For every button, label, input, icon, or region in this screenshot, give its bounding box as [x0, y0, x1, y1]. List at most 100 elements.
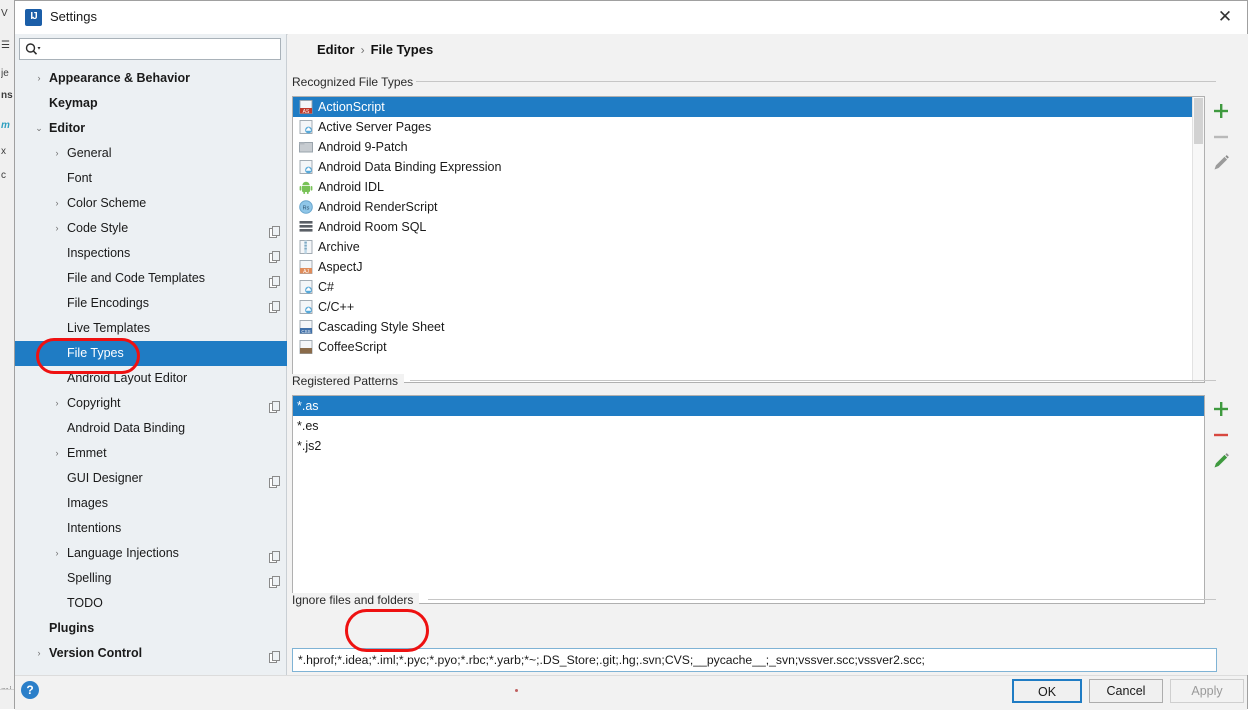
- file-type-row[interactable]: ASActionScript: [293, 97, 1204, 117]
- registered-patterns-list[interactable]: *.as*.es*.js2: [292, 395, 1205, 604]
- sidebar-item-live-templates[interactable]: Live Templates: [15, 316, 287, 341]
- sidebar-item-todo[interactable]: TODO: [15, 591, 287, 616]
- sidebar-item-file-and-code-templates[interactable]: File and Code Templates: [15, 266, 287, 291]
- pattern-row[interactable]: *.as: [293, 396, 1204, 416]
- sidebar-item-font[interactable]: Font: [15, 166, 287, 191]
- sidebar-item-general[interactable]: ›General: [15, 141, 287, 166]
- pattern-row[interactable]: *.js2: [293, 436, 1204, 456]
- file-type-label: C#: [318, 277, 334, 297]
- file-type-label: Android Room SQL: [318, 217, 426, 237]
- copy-settings-icon[interactable]: [269, 647, 280, 659]
- file-type-row[interactable]: CSSCascading Style Sheet: [293, 317, 1204, 337]
- chevron-right-icon[interactable]: ›: [51, 191, 63, 216]
- sidebar-item-file-types[interactable]: File Types: [15, 341, 287, 366]
- file-type-label: AspectJ: [318, 257, 362, 277]
- add-pattern-button[interactable]: [1208, 396, 1234, 422]
- copy-settings-icon[interactable]: [269, 247, 280, 259]
- ignore-files-label: Ignore files and folders: [292, 593, 419, 607]
- file-type-row[interactable]: Android 9-Patch: [293, 137, 1204, 157]
- sidebar-item-label: Editor: [49, 116, 85, 141]
- file-type-label: Archive: [318, 237, 360, 257]
- breadcrumb-separator-icon: ›: [355, 43, 371, 57]
- edit-pattern-button[interactable]: [1208, 448, 1234, 474]
- file-type-row[interactable]: Android IDL: [293, 177, 1204, 197]
- svg-text:Rs: Rs: [303, 205, 310, 211]
- chevron-right-icon[interactable]: ›: [51, 541, 63, 566]
- sidebar-item-label: Live Templates: [67, 316, 150, 341]
- copy-settings-icon[interactable]: [269, 297, 280, 309]
- cancel-button[interactable]: Cancel: [1089, 679, 1163, 703]
- copy-settings-icon[interactable]: [269, 572, 280, 584]
- sidebar-item-copyright[interactable]: ›Copyright: [15, 391, 287, 416]
- sidebar-item-code-style[interactable]: ›Code Style: [15, 216, 287, 241]
- sidebar-item-label: TODO: [67, 591, 103, 616]
- file-type-row[interactable]: C/C++: [293, 297, 1204, 317]
- archive-icon: [299, 240, 313, 254]
- sidebar-item-keymap[interactable]: Keymap: [15, 91, 287, 116]
- sidebar-item-label: Font: [67, 166, 92, 191]
- copy-settings-icon[interactable]: [269, 397, 280, 409]
- copy-settings-icon[interactable]: [269, 547, 280, 559]
- chevron-down-icon[interactable]: ⌄: [33, 116, 45, 141]
- sidebar-item-file-encodings[interactable]: File Encodings: [15, 291, 287, 316]
- search-field-wrapper[interactable]: [19, 38, 281, 60]
- sidebar-item-version-control[interactable]: ›Version Control: [15, 641, 287, 666]
- close-icon[interactable]: ✕: [1203, 1, 1247, 33]
- generic-file-icon: [299, 120, 313, 134]
- sidebar-item-intentions[interactable]: Intentions: [15, 516, 287, 541]
- sidebar-item-android-layout-editor[interactable]: Android Layout Editor: [15, 366, 287, 391]
- pattern-row[interactable]: *.es: [293, 416, 1204, 436]
- settings-tree: ›Appearance & BehaviorKeymap⌄Editor›Gene…: [15, 66, 287, 675]
- ignore-files-input[interactable]: [292, 648, 1217, 672]
- sidebar-item-label: Copyright: [67, 391, 121, 416]
- copy-settings-icon[interactable]: [269, 222, 280, 234]
- recognized-file-types-label: Recognized File Types: [292, 75, 419, 89]
- remove-pattern-button[interactable]: [1208, 422, 1234, 448]
- file-types-scrollbar[interactable]: [1192, 97, 1204, 382]
- chevron-right-icon[interactable]: ›: [51, 141, 63, 166]
- add-file-type-button[interactable]: [1208, 98, 1234, 124]
- file-type-row[interactable]: CoffeeScript: [293, 337, 1204, 357]
- sidebar-item-label: Emmet: [67, 441, 107, 466]
- css-file-icon: CSS: [299, 320, 313, 334]
- file-types-scrollbar-thumb[interactable]: [1194, 98, 1203, 144]
- file-type-row[interactable]: AJAspectJ: [293, 257, 1204, 277]
- sidebar-item-label: Language Injections: [67, 541, 179, 566]
- file-type-row[interactable]: Android Room SQL: [293, 217, 1204, 237]
- ok-button[interactable]: OK: [1012, 679, 1082, 703]
- sidebar-item-editor[interactable]: ⌄Editor: [15, 116, 287, 141]
- file-type-row[interactable]: Active Server Pages: [293, 117, 1204, 137]
- generic-file-icon: [299, 300, 313, 314]
- search-input[interactable]: [44, 40, 280, 60]
- sidebar-item-emmet[interactable]: ›Emmet: [15, 441, 287, 466]
- settings-main-panel: Editor›File Types Recognized File Types …: [288, 34, 1248, 675]
- chevron-right-icon[interactable]: ›: [33, 66, 45, 91]
- file-type-label: C/C++: [318, 297, 354, 317]
- sidebar-item-language-injections[interactable]: ›Language Injections: [15, 541, 287, 566]
- sidebar-item-spelling[interactable]: Spelling: [15, 566, 287, 591]
- sidebar-item-plugins[interactable]: Plugins: [15, 616, 287, 641]
- file-type-row[interactable]: C#: [293, 277, 1204, 297]
- sidebar-item-gui-designer[interactable]: GUI Designer: [15, 466, 287, 491]
- sidebar-item-images[interactable]: Images: [15, 491, 287, 516]
- ignore-group-divider: [428, 599, 1216, 600]
- help-icon[interactable]: ?: [21, 681, 39, 699]
- sidebar-item-color-scheme[interactable]: ›Color Scheme: [15, 191, 287, 216]
- copy-settings-icon[interactable]: [269, 472, 280, 484]
- sidebar-item-appearance-behavior[interactable]: ›Appearance & Behavior: [15, 66, 287, 91]
- file-type-row[interactable]: Android Data Binding Expression: [293, 157, 1204, 177]
- breadcrumb-parent[interactable]: Editor: [317, 42, 355, 57]
- dialog-titlebar: IJ Settings ✕: [15, 1, 1247, 35]
- copy-settings-icon[interactable]: [269, 272, 280, 284]
- recognized-file-types-list[interactable]: ASActionScriptActive Server PagesAndroid…: [292, 96, 1205, 383]
- sidebar-item-inspections[interactable]: Inspections: [15, 241, 287, 266]
- file-type-row[interactable]: Archive: [293, 237, 1204, 257]
- svg-text:AS: AS: [303, 109, 310, 114]
- file-type-row[interactable]: RsAndroid RenderScript: [293, 197, 1204, 217]
- sidebar-item-android-data-binding[interactable]: Android Data Binding: [15, 416, 287, 441]
- chevron-right-icon[interactable]: ›: [33, 641, 45, 666]
- chevron-right-icon[interactable]: ›: [51, 391, 63, 416]
- chevron-right-icon[interactable]: ›: [51, 216, 63, 241]
- sidebar-item-label: GUI Designer: [67, 466, 143, 491]
- chevron-right-icon[interactable]: ›: [51, 441, 63, 466]
